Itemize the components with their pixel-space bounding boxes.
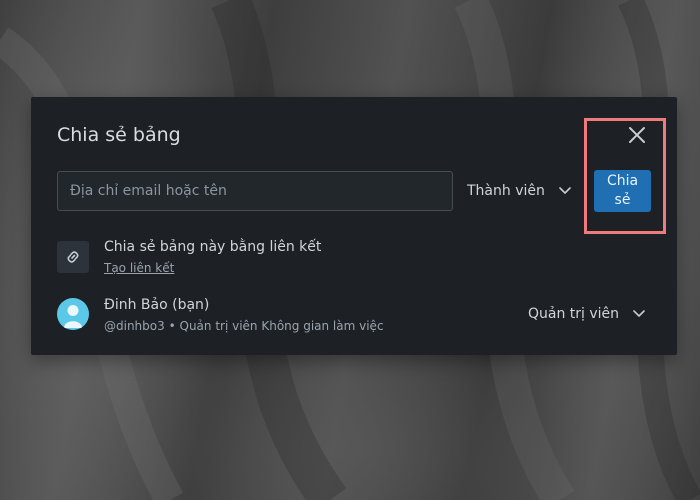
avatar [57, 298, 89, 330]
member-details: @dinhbo3 • Quản trị viên Không gian làm … [104, 319, 384, 333]
invite-role-dropdown[interactable]: Thành viên [467, 173, 571, 209]
chevron-down-icon [559, 187, 571, 194]
link-icon [67, 251, 79, 263]
dialog-title: Chia sẻ bảng [57, 124, 181, 146]
member-name: Đinh Bảo (bạn) [104, 297, 210, 313]
close-button[interactable] [623, 121, 651, 149]
member-role-dropdown[interactable]: Quản trị viên [528, 303, 645, 325]
chevron-down-icon [633, 310, 645, 317]
create-link-button[interactable]: Tạo liên kết [104, 261, 174, 275]
link-icon-tile [57, 241, 89, 273]
email-input[interactable] [57, 171, 453, 211]
invite-role-label: Thành viên [467, 183, 545, 199]
member-workspace-role: Quản trị viên Không gian làm việc [179, 319, 384, 333]
share-button-label: Chia sẻ [606, 173, 639, 208]
share-link-title: Chia sẻ bảng này bằng liên kết [104, 239, 322, 255]
member-role-label: Quản trị viên [528, 306, 620, 322]
user-avatar-icon [64, 305, 82, 328]
member-username: @dinhbo3 [104, 319, 165, 333]
share-button[interactable]: Chia sẻ [594, 170, 651, 212]
member-separator: • [168, 319, 176, 333]
share-board-dialog: Chia sẻ bảng Thành viên Chia sẻ Chia sẻ … [31, 97, 677, 355]
close-icon [629, 127, 645, 143]
